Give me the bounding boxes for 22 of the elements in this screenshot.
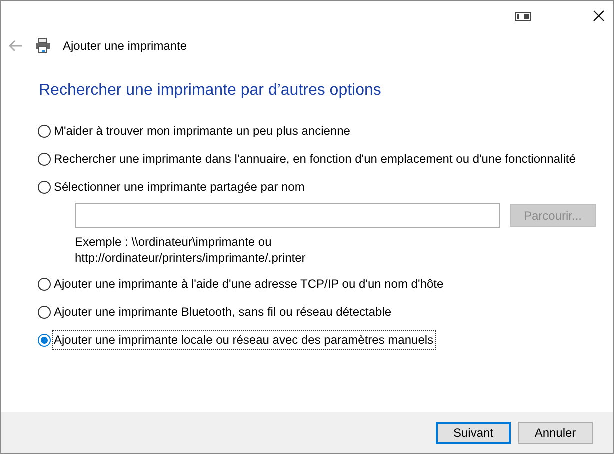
option-label[interactable]: M'aider à trouver mon imprimante un peu plus ancienne	[53, 122, 352, 140]
option-label[interactable]: Ajouter une imprimante Bluetooth, sans fil ou réseau détectable	[53, 303, 393, 321]
option-label[interactable]: Rechercher une imprimante dans l'annuaire, en fonction d'un emplacement ou d'une fonctionnalité	[53, 150, 577, 168]
radio-button[interactable]	[38, 124, 51, 138]
option-label[interactable]: Ajouter une imprimante locale ou réseau avec des paramètres manuels	[53, 331, 435, 349]
radio-button[interactable]	[38, 278, 51, 290]
radio-button[interactable]	[38, 180, 51, 194]
cancel-button[interactable]: Annuler	[518, 422, 593, 444]
next-button[interactable]: Suivant	[436, 422, 511, 444]
radio-button[interactable]	[38, 152, 51, 166]
example-text: Exemple : \\ordinateur\imprimante ou	[75, 234, 273, 250]
radio-button[interactable]	[38, 306, 51, 318]
printer-name-field[interactable]	[75, 203, 500, 228]
option-label[interactable]: Sélectionner une imprimante partagée par nom	[53, 178, 306, 196]
close-icon[interactable]	[593, 10, 605, 22]
window-title: Ajouter une imprimante	[63, 38, 188, 55]
page-heading: Rechercher une imprimante par d’autres options	[39, 82, 382, 99]
radio-button[interactable]	[38, 334, 51, 346]
window-mode-icon[interactable]	[515, 10, 531, 22]
example-text: http://ordinateur/printers/imprimante/.printer	[75, 250, 307, 266]
option-label[interactable]: Ajouter une imprimante à l'aide d'une adresse TCP/IP ou d'un nom d'hôte	[53, 275, 445, 293]
printer-icon	[35, 38, 51, 54]
